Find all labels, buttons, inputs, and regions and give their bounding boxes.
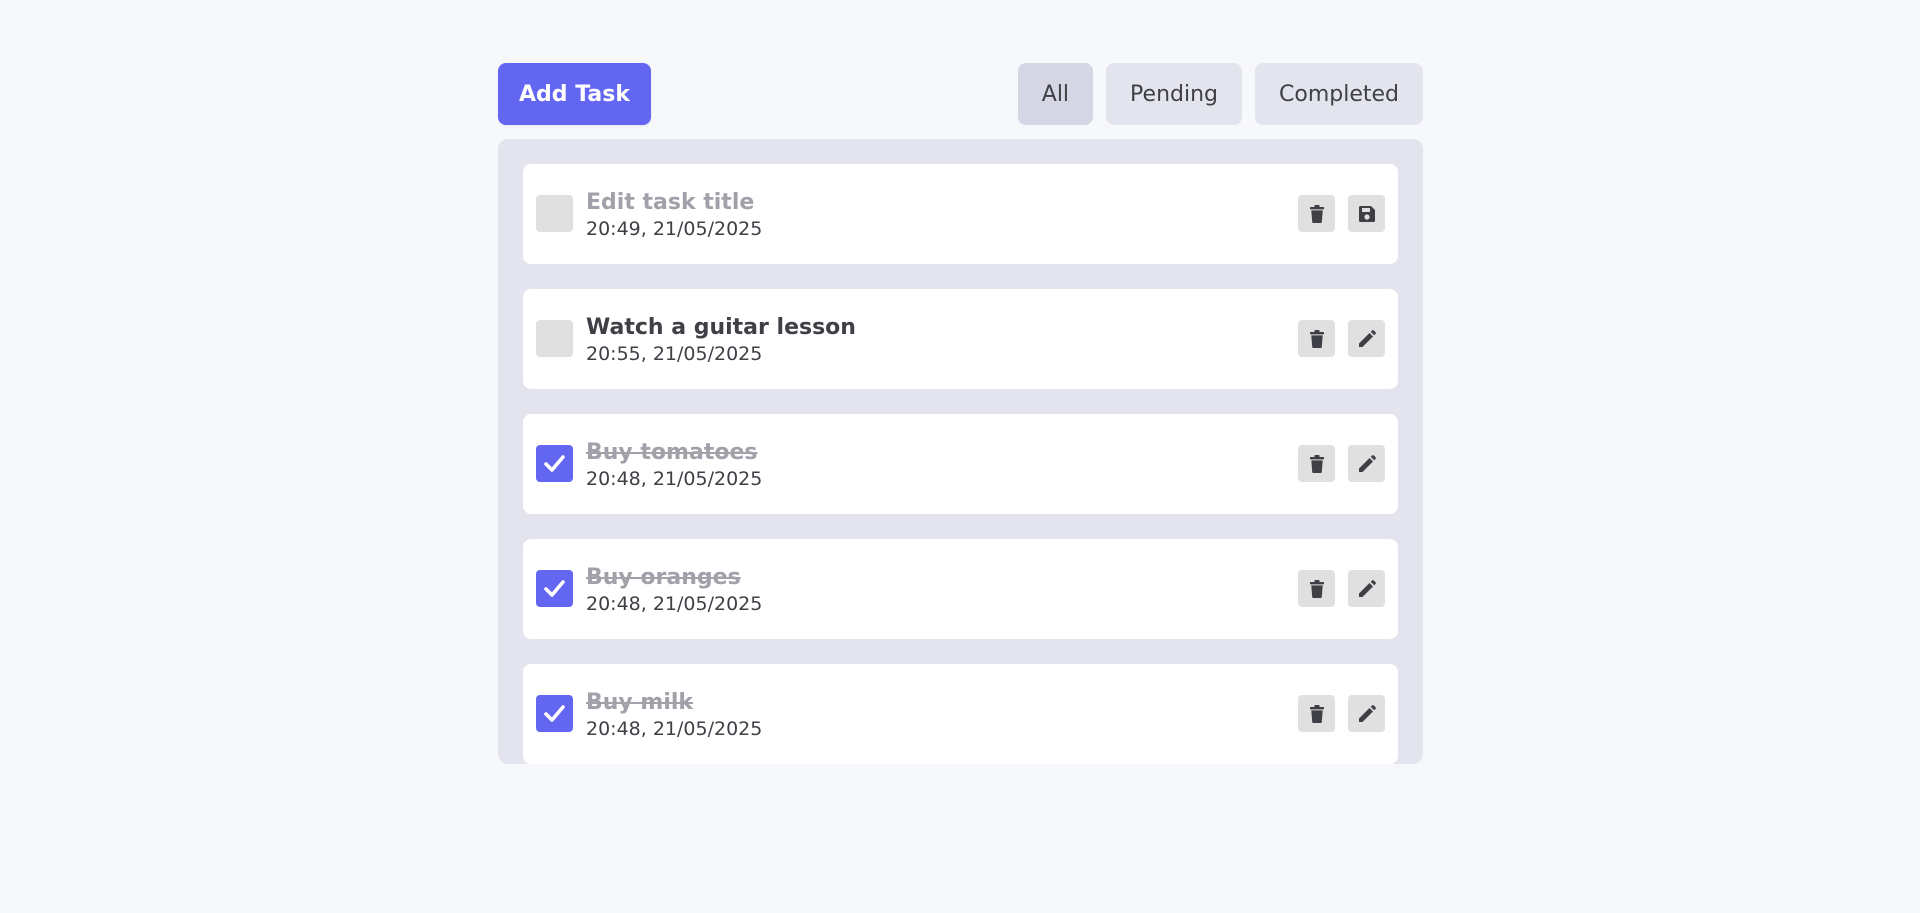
task-item: Edit task title 20:49, 21/05/2025 — [523, 164, 1398, 264]
pencil-icon — [1358, 329, 1376, 347]
filter-group: All Pending Completed — [1017, 63, 1423, 125]
pencil-icon — [1358, 704, 1376, 722]
task-checkbox[interactable] — [536, 195, 573, 232]
task-timestamp: 20:48, 21/05/2025 — [586, 468, 763, 490]
trash-icon — [1309, 454, 1324, 473]
delete-button[interactable] — [1298, 195, 1335, 232]
task-text: Watch a guitar lesson 20:55, 21/05/2025 — [586, 314, 856, 366]
task-item: Buy oranges 20:48, 21/05/2025 — [523, 539, 1398, 639]
filter-pending-button[interactable]: Pending — [1106, 63, 1242, 125]
delete-button[interactable] — [1298, 570, 1335, 607]
task-item: Buy milk 20:48, 21/05/2025 — [523, 664, 1398, 764]
task-timestamp: 20:55, 21/05/2025 — [586, 343, 763, 365]
filter-completed-button[interactable]: Completed — [1255, 63, 1423, 125]
save-button[interactable] — [1348, 195, 1385, 232]
task-timestamp: 20:48, 21/05/2025 — [586, 718, 763, 740]
task-actions — [1298, 195, 1385, 232]
task-text: Buy tomatoes 20:48, 21/05/2025 — [586, 439, 762, 491]
task-item: Buy tomatoes 20:48, 21/05/2025 — [523, 414, 1398, 514]
task-timestamp: 20:49, 21/05/2025 — [586, 218, 763, 240]
delete-button[interactable] — [1298, 445, 1335, 482]
task-title: Buy milk — [586, 690, 694, 715]
add-task-button[interactable]: Add Task — [498, 63, 651, 125]
task-checkbox[interactable] — [536, 570, 573, 607]
pencil-icon — [1358, 579, 1376, 597]
task-checkbox[interactable] — [536, 320, 573, 357]
check-icon — [544, 705, 565, 722]
task-title: Watch a guitar lesson — [586, 315, 856, 340]
task-text: Edit task title 20:49, 21/05/2025 — [586, 189, 762, 241]
task-checkbox[interactable] — [536, 445, 573, 482]
trash-icon — [1309, 579, 1324, 598]
trash-icon — [1309, 204, 1324, 223]
task-text: Buy milk 20:48, 21/05/2025 — [586, 689, 762, 741]
edit-button[interactable] — [1348, 445, 1385, 482]
delete-button[interactable] — [1298, 320, 1335, 357]
task-timestamp: 20:48, 21/05/2025 — [586, 593, 763, 615]
toolbar: Add Task All Pending Completed — [498, 63, 1423, 125]
filter-all-button[interactable]: All — [1017, 63, 1094, 125]
check-icon — [544, 455, 565, 472]
task-title: Buy tomatoes — [586, 440, 758, 465]
delete-button[interactable] — [1298, 695, 1335, 732]
task-checkbox[interactable] — [536, 695, 573, 732]
edit-button[interactable] — [1348, 695, 1385, 732]
pencil-icon — [1358, 454, 1376, 472]
task-title: Buy oranges — [586, 565, 741, 590]
task-title-input[interactable]: Edit task title — [586, 189, 762, 217]
check-icon — [544, 580, 565, 597]
task-item: Watch a guitar lesson 20:55, 21/05/2025 — [523, 289, 1398, 389]
todo-app: Add Task All Pending Completed Edit task… — [498, 63, 1423, 789]
task-actions — [1298, 445, 1385, 482]
edit-button[interactable] — [1348, 320, 1385, 357]
task-actions — [1298, 570, 1385, 607]
task-text: Buy oranges 20:48, 21/05/2025 — [586, 564, 762, 616]
task-list: Edit task title 20:49, 21/05/2025 Watch … — [498, 139, 1423, 764]
trash-icon — [1309, 329, 1324, 348]
trash-icon — [1309, 704, 1324, 723]
save-icon — [1358, 205, 1375, 222]
edit-button[interactable] — [1348, 570, 1385, 607]
task-actions — [1298, 320, 1385, 357]
task-actions — [1298, 695, 1385, 732]
